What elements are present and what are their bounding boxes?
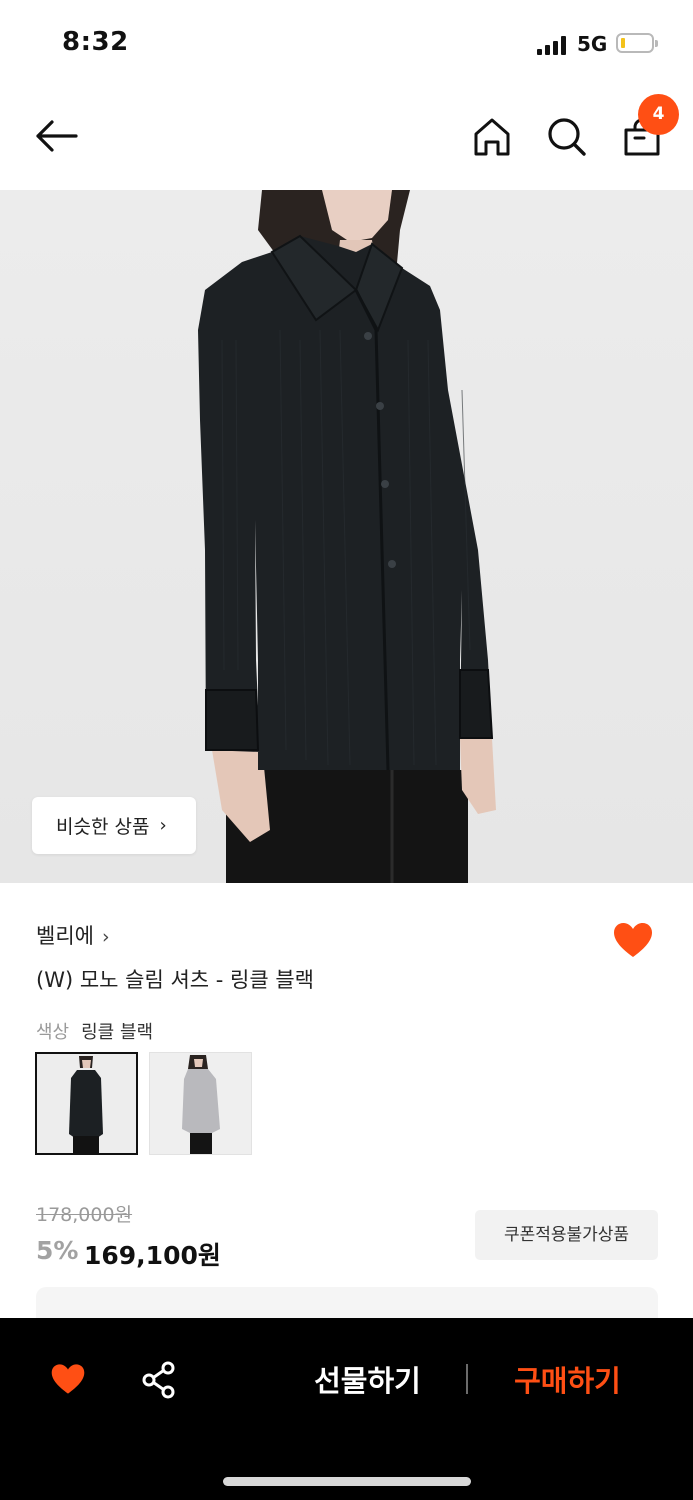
cart-count-badge: 4 <box>638 94 679 135</box>
color-row: 색상 링클 블랙 <box>36 1018 153 1044</box>
color-value: 링클 블랙 <box>81 1022 154 1043</box>
brand-link[interactable]: 벨리에 › <box>36 920 110 950</box>
similar-products-button[interactable]: 비슷한 상품 › <box>32 797 196 854</box>
product-image[interactable] <box>0 190 693 883</box>
swatch-gray-image <box>150 1053 251 1154</box>
original-price: 178,000원 <box>36 1204 133 1226</box>
bar-divider <box>466 1364 468 1394</box>
chevron-right-icon: › <box>159 815 167 836</box>
color-swatch-black[interactable] <box>35 1052 138 1155</box>
share-icon[interactable] <box>141 1361 177 1399</box>
similar-products-label: 비슷한 상품 <box>56 816 150 838</box>
coupon-unavailable-badge: 쿠폰적용불가상품 <box>475 1210 658 1260</box>
color-label: 색상 <box>36 1022 70 1043</box>
model-shirt-illustration <box>198 190 496 883</box>
back-arrow-icon[interactable] <box>34 118 80 158</box>
home-indicator <box>223 1477 471 1486</box>
wishlist-heart-icon[interactable] <box>612 921 654 959</box>
chevron-right-icon: › <box>101 926 110 948</box>
search-icon[interactable] <box>546 116 588 162</box>
discount-rate: 5% <box>36 1236 79 1265</box>
network-label: 5G <box>577 32 608 56</box>
buy-button[interactable]: 구매하기 <box>490 1358 645 1400</box>
wishlist-heart-icon[interactable] <box>50 1362 86 1396</box>
status-bar: 8:32 5G <box>0 0 693 88</box>
signal-icon <box>537 35 569 55</box>
sale-price: 169,100원 <box>84 1241 221 1270</box>
battery-icon <box>616 33 658 53</box>
swatch-black-image <box>37 1054 136 1153</box>
top-nav <box>0 88 693 190</box>
bottom-action-bar <box>0 1318 693 1500</box>
color-swatch-gray[interactable] <box>149 1052 252 1155</box>
home-icon[interactable] <box>472 116 512 162</box>
product-title: (W) 모노 슬림 셔츠 - 링클 블랙 <box>36 968 314 992</box>
gift-button[interactable]: 선물하기 <box>290 1358 445 1400</box>
brand-name: 벨리에 <box>36 924 94 948</box>
status-time: 8:32 <box>62 27 129 57</box>
